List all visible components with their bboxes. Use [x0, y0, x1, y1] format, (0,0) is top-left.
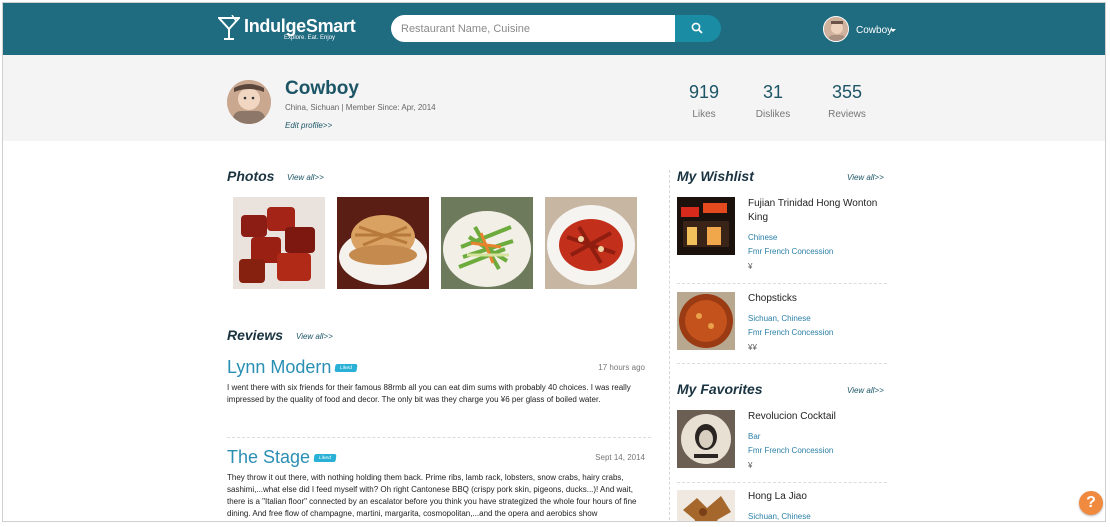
brand-name: IndulgeSmart — [244, 16, 356, 36]
review-time: Sept 14, 2014 — [595, 453, 645, 462]
profile-header: Cowboy China, Sichuan | Member Since: Ap… — [3, 55, 1105, 141]
cuisine-tag[interactable]: Bar — [748, 432, 760, 441]
restaurant-thumbnail[interactable] — [677, 490, 735, 521]
stat-reviews[interactable]: 355 Reviews — [812, 82, 882, 120]
sidebar-item-divider — [677, 363, 887, 364]
restaurant-photo — [677, 292, 735, 350]
food-photo-image — [233, 197, 325, 289]
food-photo[interactable] — [441, 197, 533, 289]
review-restaurant-link[interactable]: The Stage — [227, 447, 310, 467]
wishlist-heading: My Wishlist — [677, 168, 754, 184]
price-level: ¥ — [748, 262, 753, 271]
food-photo-image — [441, 197, 533, 289]
restaurant-thumbnail[interactable] — [677, 197, 735, 255]
area-tag[interactable]: Fmr French Concession — [748, 247, 833, 256]
stat-label: Dislikes — [755, 109, 791, 120]
review-item: Lynn Modern Liked 17 hours ago I went the… — [227, 357, 647, 406]
profile-avatar — [227, 80, 271, 124]
photos-heading: Photos — [227, 168, 275, 184]
cocktail-glass-icon — [218, 15, 240, 40]
reviews-heading: Reviews — [227, 327, 284, 343]
restaurant-name-link[interactable]: Revolucion Cocktail — [748, 410, 883, 424]
photos-view-all-link[interactable]: View all>> — [287, 173, 324, 182]
review-header: Lynn Modern Liked — [227, 357, 647, 378]
favorites-heading: My Favorites — [677, 381, 763, 397]
stat-value: 31 — [762, 82, 784, 102]
user-menu-name: Cowboy — [856, 25, 893, 36]
area-tag[interactable]: Fmr French Concession — [748, 446, 833, 455]
sidebar-divider — [669, 170, 670, 521]
restaurant-photo — [677, 410, 735, 468]
review-header: The Stage Liked — [227, 447, 647, 468]
profile-meta: China, Sichuan | Member Since: Apr, 2014 — [285, 103, 436, 112]
stat-label: Reviews — [828, 109, 866, 120]
brand-tagline: Explore. Eat. Enjoy — [284, 35, 336, 41]
avatar — [823, 16, 849, 42]
sidebar-item-divider — [677, 482, 887, 483]
cuisine-tag[interactable]: Chinese — [748, 233, 777, 242]
food-photo[interactable] — [337, 197, 429, 289]
stat-value: 355 — [831, 82, 863, 102]
food-photo[interactable] — [545, 197, 637, 289]
search-input[interactable] — [391, 15, 675, 42]
help-button[interactable]: ? — [1079, 491, 1103, 515]
food-photo-image — [337, 197, 429, 289]
food-photo-image — [545, 197, 637, 289]
restaurant-photo — [677, 197, 735, 255]
restaurant-photo — [677, 490, 735, 521]
top-navbar: IndulgeSmart Explore. Eat. Enjoy Cowboy — [3, 3, 1105, 55]
review-text: I went there with six friends for their … — [227, 383, 631, 404]
area-tag[interactable]: Fmr French Concession — [748, 328, 833, 337]
liked-badge: Liked — [334, 364, 358, 372]
cuisine-tag[interactable]: Sichuan, Chinese — [748, 314, 811, 323]
edit-profile-link[interactable]: Edit profile>> — [285, 121, 332, 130]
stat-label: Likes — [692, 109, 716, 120]
review-restaurant-link[interactable]: Lynn Modern — [227, 357, 331, 377]
stat-dislikes[interactable]: 31 Dislikes — [738, 82, 808, 120]
restaurant-name-link[interactable]: Fujian Trinidad Hong Wonton King — [748, 197, 883, 225]
restaurant-name-link[interactable]: Hong La Jiao — [748, 490, 883, 504]
stat-value: 919 — [688, 82, 720, 102]
profile-name: Cowboy — [285, 78, 359, 99]
review-item: The Stage Liked Sept 14, 2014 They throw … — [227, 447, 647, 520]
price-level: ¥ — [748, 461, 753, 470]
user-photo — [824, 17, 848, 41]
brand-logo[interactable]: IndulgeSmart Explore. Eat. Enjoy — [218, 13, 356, 45]
restaurant-name-link[interactable]: Chopsticks — [748, 292, 883, 306]
page-frame: IndulgeSmart Explore. Eat. Enjoy Cowboy — [2, 2, 1106, 522]
review-divider — [227, 437, 651, 438]
review-time: 17 hours ago — [598, 363, 645, 372]
liked-badge: Liked — [313, 454, 337, 462]
cuisine-tag[interactable]: Sichuan, Chinese — [748, 512, 811, 521]
reviews-view-all-link[interactable]: View all>> — [296, 332, 333, 341]
favorites-view-all-link[interactable]: View all>> — [847, 386, 884, 395]
restaurant-thumbnail[interactable] — [677, 410, 735, 468]
sidebar-item-divider — [677, 283, 887, 284]
restaurant-thumbnail[interactable] — [677, 292, 735, 350]
stat-likes[interactable]: 919 Likes — [669, 82, 739, 120]
price-level: ¥¥ — [748, 343, 757, 352]
review-text: They throw it out there, with nothing ho… — [227, 473, 637, 518]
profile-photo — [227, 80, 271, 124]
food-photo[interactable] — [233, 197, 325, 289]
search-icon — [691, 22, 703, 34]
search-button[interactable] — [675, 15, 721, 42]
wishlist-view-all-link[interactable]: View all>> — [847, 173, 884, 182]
chevron-down-icon — [890, 29, 896, 32]
